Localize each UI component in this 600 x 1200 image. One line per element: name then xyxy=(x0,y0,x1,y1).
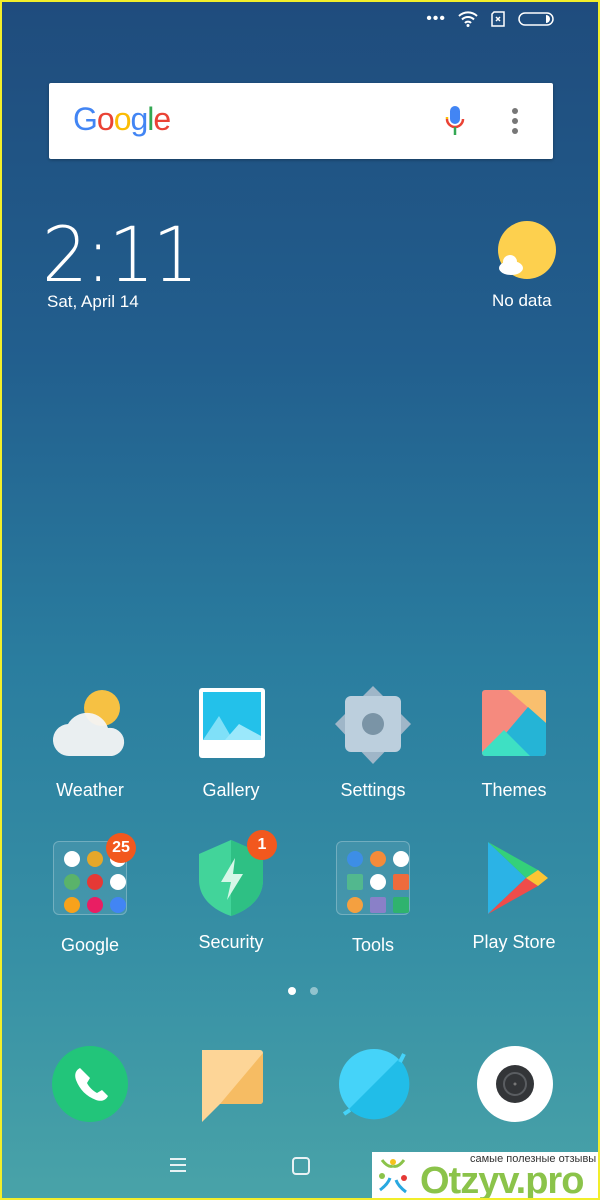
folder-google[interactable]: 25 Google xyxy=(25,833,155,956)
watermark-logo-icon xyxy=(379,1159,407,1194)
page-indicator[interactable] xyxy=(288,987,318,995)
app-label: Themes xyxy=(481,780,547,800)
google-search-bar[interactable]: Google xyxy=(49,83,553,159)
page-dot-active[interactable] xyxy=(288,987,296,995)
app-security[interactable]: 1 Security xyxy=(166,830,296,953)
weather-status: No data xyxy=(492,291,552,310)
gallery-icon xyxy=(199,688,265,758)
home-icon[interactable] xyxy=(291,1156,311,1176)
app-label: Settings xyxy=(340,780,406,800)
folder-tools[interactable]: Tools xyxy=(308,838,438,956)
app-label: Security xyxy=(198,932,264,952)
app-label: Google xyxy=(60,935,120,955)
settings-gear-icon xyxy=(335,686,411,764)
app-weather[interactable]: Weather xyxy=(25,686,155,801)
weather-app-icon xyxy=(52,690,125,757)
watermark-brand: Otzyv.pro xyxy=(420,1160,584,1200)
app-label: Tools xyxy=(351,935,395,955)
home-screen: ••• Google 2:11 Sat, April 14 No data We… xyxy=(0,0,600,1200)
app-play-store[interactable]: Play Store xyxy=(449,838,579,953)
app-label: Weather xyxy=(56,780,124,800)
partly-cloudy-icon[interactable] xyxy=(497,220,557,280)
app-label: Play Store xyxy=(472,932,556,952)
clock-time[interactable]: 2:11 xyxy=(42,210,198,299)
messages-app-icon[interactable] xyxy=(192,1044,272,1124)
status-bar: ••• xyxy=(426,10,554,28)
phone-app-icon[interactable] xyxy=(50,1044,130,1124)
page-dot[interactable] xyxy=(310,987,318,995)
play-store-icon xyxy=(488,842,548,914)
browser-app-icon[interactable] xyxy=(334,1044,414,1124)
app-gallery[interactable]: Gallery xyxy=(166,686,296,801)
watermark: самые полезные отзывы Otzyv.pro xyxy=(372,1152,598,1200)
clock-date: Sat, April 14 xyxy=(47,292,139,311)
google-logo: Google xyxy=(73,101,171,137)
app-themes[interactable]: Themes xyxy=(449,686,579,801)
menu-icon[interactable] xyxy=(168,1156,188,1174)
mic-icon[interactable] xyxy=(445,105,465,137)
overflow-menu-icon[interactable] xyxy=(511,107,519,135)
no-sim-icon xyxy=(491,11,505,27)
battery-icon xyxy=(518,12,554,26)
themes-icon xyxy=(482,690,546,756)
notification-badge: 1 xyxy=(247,830,277,860)
folder-thumbnail xyxy=(336,841,410,915)
more-dots-icon: ••• xyxy=(426,10,446,27)
notification-badge: 25 xyxy=(106,833,136,863)
wifi-icon xyxy=(458,11,478,27)
app-settings[interactable]: Settings xyxy=(308,686,438,801)
camera-app-icon[interactable] xyxy=(475,1044,555,1124)
app-label: Gallery xyxy=(202,780,260,800)
